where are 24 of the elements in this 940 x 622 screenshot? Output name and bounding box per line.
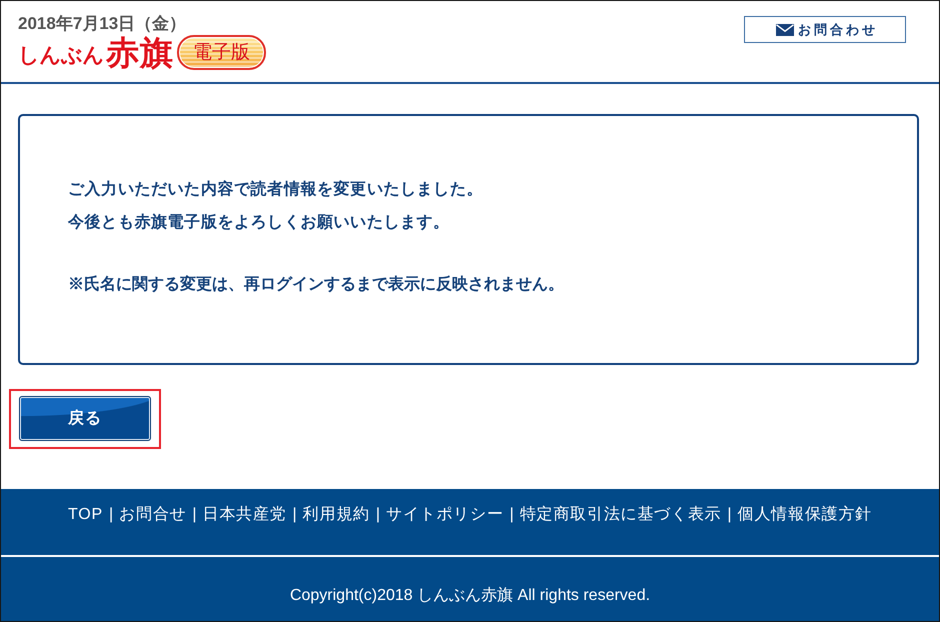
footer-link[interactable]: お問合せ [119, 505, 186, 525]
link-separator: | [376, 505, 380, 525]
message-text: ご入力いただいた内容で読者情報を変更いたしました。 [68, 179, 484, 200]
edition-badge: 電子版 [177, 35, 266, 70]
date-text: 2018年7月13日（金） [18, 14, 188, 34]
footer-link[interactable]: 利用規約 [302, 505, 370, 525]
footer-link[interactable]: TOP [68, 505, 104, 525]
link-separator: | [510, 505, 514, 525]
link-separator: | [109, 505, 114, 525]
link-separator: | [192, 505, 197, 525]
contact-button[interactable]: お問合わせ [744, 16, 906, 43]
footer-link[interactable]: 日本共産党 [202, 505, 287, 525]
note-text: ※氏名に関する変更は、再ログインするまで表示に反映されません。 [68, 274, 565, 295]
envelope-icon [776, 24, 794, 36]
footer-link[interactable]: 個人情報保護方針 [738, 505, 872, 525]
link-separator: | [292, 505, 297, 525]
footer-link[interactable]: 特定商取引法に基づく表示 [520, 505, 722, 525]
logo-kana: しんぶん [18, 43, 104, 69]
link-separator: | [727, 505, 732, 525]
copyright-text: Copyright(c)2018 しんぶん赤旗 All rights reserved. [290, 587, 650, 604]
logo-title: 赤旗 [106, 35, 174, 71]
back-button[interactable]: 戻る [19, 396, 151, 441]
message-text: 今後とも赤旗電子版をよろしくお願いいたします。 [68, 212, 451, 233]
footer-link[interactable]: サイトポリシー [386, 505, 504, 525]
